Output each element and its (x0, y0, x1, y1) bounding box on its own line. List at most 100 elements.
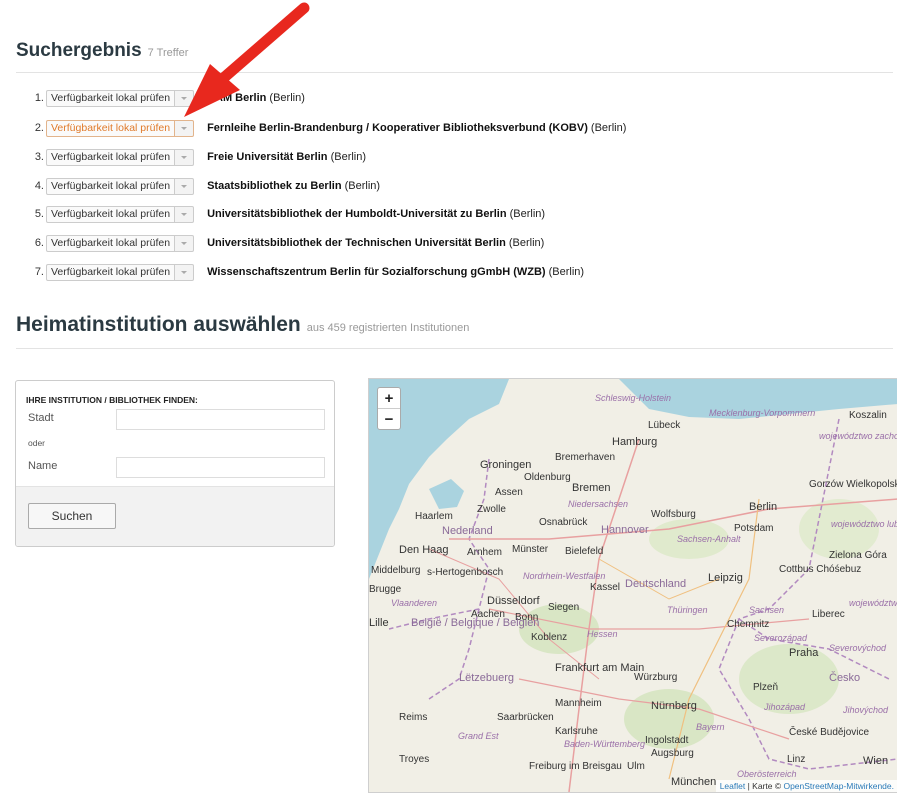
library-name[interactable]: Freie Universität Berlin (207, 151, 327, 163)
attribution-separator: | Karte © (745, 781, 784, 791)
name-input[interactable] (116, 457, 325, 478)
check-availability-button[interactable]: Verfügbarkeit lokal prüfen (46, 89, 176, 107)
library-name[interactable]: Universitätsbibliothek der Humboldt-Univ… (207, 208, 507, 220)
name-label: Name (28, 460, 58, 472)
library-entry: Wissenschaftszentrum Berlin für Sozialfo… (207, 266, 584, 278)
map-label-nurnberg: Nürnberg (651, 700, 697, 712)
map-label-thuringen: Thüringen (667, 605, 708, 615)
caret-down-icon (181, 155, 188, 159)
map-label-gorzow: Gorzów Wielkopolski (809, 479, 897, 490)
map-label-ulm: Ulm (627, 761, 645, 772)
check-availability-button[interactable]: Verfügbarkeit lokal prüfen (46, 177, 176, 195)
library-name[interactable]: RAM Berlin (207, 92, 266, 104)
check-availability-button[interactable]: Verfügbarkeit lokal prüfen (46, 263, 176, 281)
availability-dropdown-toggle[interactable] (175, 263, 195, 281)
map-label-liberec: Liberec (812, 609, 845, 620)
map-label-zwolle: Zwolle (477, 504, 506, 515)
map-label-hannover: Hannover (601, 524, 649, 536)
map-label-brugge: Brugge (369, 584, 402, 595)
check-availability-button[interactable]: Verfügbarkeit lokal prüfen (46, 119, 176, 137)
library-entry: Universitätsbibliothek der Technischen U… (207, 237, 544, 249)
library-name[interactable]: Staatsbibliothek zu Berlin (207, 180, 341, 192)
result-row: 3. Verfügbarkeit lokal prüfen Freie Univer… (16, 146, 366, 168)
library-name[interactable]: Universitätsbibliothek der Technischen U… (207, 237, 506, 249)
map-label-leipzig: Leipzig (708, 572, 743, 584)
map-label-sachsenanhalt: Sachsen-Anhalt (677, 534, 741, 544)
map-label-hessen: Hessen (587, 629, 618, 639)
map-label-vlaanderen: Vlaanderen (391, 598, 438, 608)
availability-dropdown-toggle[interactable] (175, 89, 195, 107)
map-label-potsdam: Potsdam (734, 523, 774, 534)
divider (16, 72, 893, 73)
map[interactable]: + − Schleswig-Holstein Lübeck Mecklenburg-… (368, 378, 897, 793)
map-label-freiburg: Freiburg im Breisgau (529, 761, 622, 772)
zoom-control: + − (377, 387, 401, 430)
availability-dropdown-toggle[interactable] (175, 177, 195, 195)
library-city: (Berlin) (509, 208, 546, 220)
map-label-niedersachsen: Niedersachsen (568, 499, 629, 509)
result-row: 5. Verfügbarkeit lokal prüfen Universitäts… (16, 203, 545, 225)
availability-dropdown-toggle[interactable] (175, 205, 195, 223)
map-label-wurzburg: Würzburg (634, 672, 678, 683)
map-label-dolnoslaskie: województwo dolnośląskie (849, 598, 897, 608)
map-label-lille: Lille (369, 617, 389, 629)
result-number: 1. (34, 92, 44, 104)
caret-down-icon (181, 241, 188, 245)
map-label-deutschland: Deutschland (625, 578, 687, 590)
map-label-wolfsburg: Wolfsburg (651, 509, 696, 520)
results-title-text: Suchergebnis (16, 40, 142, 61)
availability-dropdown-toggle[interactable] (175, 119, 195, 137)
check-availability-button[interactable]: Verfügbarkeit lokal prüfen (46, 205, 176, 223)
library-city: (Berlin) (330, 151, 367, 163)
caret-down-icon (181, 270, 188, 274)
map-label-nederland: Nederland (442, 525, 493, 537)
map-label-belgie: België / Belgique / Belgien (411, 617, 540, 629)
map-label-karlsruhe: Karlsruhe (555, 726, 598, 737)
map-label-munster: Münster (512, 544, 549, 555)
map-label-oldenburg: Oldenburg (524, 472, 571, 483)
osm-link[interactable]: OpenStreetMap-Mitwirkende. (783, 781, 894, 791)
result-number: 7. (34, 266, 44, 278)
result-number: 5. (34, 208, 44, 220)
library-entry: Fernleihe Berlin-Brandenburg / Kooperati… (207, 122, 626, 134)
library-name[interactable]: Wissenschaftszentrum Berlin für Sozialfo… (207, 266, 545, 278)
result-row: 6. Verfügbarkeit lokal prüfen Universitäts… (16, 232, 544, 254)
map-label-wien: Wien (863, 755, 889, 767)
result-number: 2. (34, 122, 44, 134)
map-label-linz: Linz (787, 754, 806, 765)
library-name[interactable]: Fernleihe Berlin-Brandenburg / Kooperati… (207, 122, 588, 134)
check-availability-button[interactable]: Verfügbarkeit lokal prüfen (46, 148, 176, 166)
map-label-mecklenburg: Mecklenburg-Vorpommern (709, 408, 816, 418)
map-label-dusseldorf: Düsseldorf (487, 595, 540, 607)
map-attribution: Leaflet | Karte © OpenStreetMap-Mitwirke… (715, 780, 897, 792)
result-number: 4. (34, 180, 44, 192)
map-label-lubeck: Lübeck (648, 420, 681, 431)
library-entry: RAM Berlin (Berlin) (207, 92, 305, 104)
city-input[interactable] (116, 409, 325, 430)
library-entry: Universitätsbibliothek der Humboldt-Univ… (207, 208, 545, 220)
zoom-out-button[interactable]: − (378, 408, 400, 429)
map-label-koblenz: Koblenz (531, 632, 568, 643)
map-label-bremen: Bremen (572, 482, 611, 494)
map-label-assen: Assen (495, 487, 523, 498)
search-button[interactable]: Suchen (28, 503, 116, 529)
map-label-ingolstadt: Ingolstadt (645, 735, 689, 746)
zoom-in-button[interactable]: + (378, 388, 400, 408)
map-label-hamburg: Hamburg (612, 436, 658, 448)
library-city: (Berlin) (269, 92, 305, 104)
caret-down-icon (181, 184, 188, 188)
availability-dropdown-toggle[interactable] (175, 148, 195, 166)
library-entry: Staatsbibliothek zu Berlin (Berlin) (207, 180, 380, 192)
map-label-koszalin: Koszalin (849, 410, 887, 421)
availability-button-group: Verfügbarkeit lokal prüfen (46, 205, 195, 223)
result-row: 1. Verfügbarkeit lokal prüfen RAM Berlin (… (16, 87, 305, 109)
map-label-bremerhaven: Bremerhaven (555, 452, 616, 463)
check-availability-button[interactable]: Verfügbarkeit lokal prüfen (46, 234, 176, 252)
map-label-budejovice: České Budějovice (789, 727, 870, 738)
map-label-bayern: Bayern (696, 722, 725, 732)
map-label-bielefeld: Bielefeld (565, 546, 604, 557)
leaflet-link[interactable]: Leaflet (720, 781, 746, 791)
availability-dropdown-toggle[interactable] (175, 234, 195, 252)
library-city: (Berlin) (344, 180, 381, 192)
result-row: 4. Verfügbarkeit lokal prüfen Staatsbiblio… (16, 175, 380, 197)
